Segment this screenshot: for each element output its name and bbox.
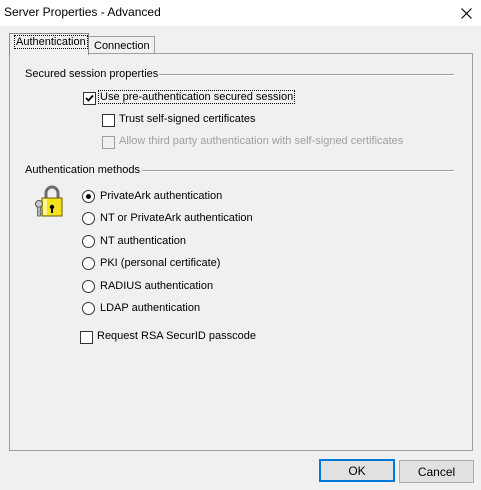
secured-session-group-label: Secured session properties (25, 68, 159, 80)
tab-authentication[interactable]: Authentication (9, 33, 89, 55)
radio-pki-label: PKI (personal certificate) (100, 257, 221, 269)
allow-third-party-label: Allow third party authentication with se… (119, 135, 404, 147)
radio-pki[interactable] (82, 257, 95, 270)
radio-selected-dot (86, 194, 91, 199)
trust-self-signed-label: Trust self-signed certificates (119, 113, 256, 125)
checkmark-icon (85, 94, 94, 102)
radio-nt-or-privateark-label: NT or PrivateArk authentication (100, 212, 253, 224)
close-button[interactable] (451, 0, 481, 26)
use-pre-auth-label: Use pre-authentication secured session (98, 90, 296, 104)
cancel-button[interactable]: Cancel (399, 460, 474, 483)
trust-self-signed-checkbox[interactable] (102, 114, 115, 127)
radio-ldap-label: LDAP authentication (100, 302, 201, 314)
rsa-securid-label: Request RSA SecurID passcode (97, 330, 256, 342)
auth-methods-group-label: Authentication methods (25, 164, 140, 176)
radio-nt-or-privateark[interactable] (82, 212, 95, 225)
allow-third-party-checkbox[interactable] (102, 136, 115, 149)
title-bar: Server Properties - Advanced (0, 0, 481, 26)
radio-radius-label: RADIUS authentication (100, 280, 214, 292)
window-title: Server Properties - Advanced (4, 5, 161, 19)
radio-nt-label: NT authentication (100, 235, 187, 247)
group-divider (159, 74, 454, 76)
ok-button[interactable]: OK (319, 459, 395, 482)
radio-privateark[interactable] (82, 190, 95, 203)
radio-radius[interactable] (82, 280, 95, 293)
radio-nt[interactable] (82, 235, 95, 248)
radio-privateark-label: PrivateArk authentication (100, 190, 223, 202)
close-icon (460, 7, 472, 19)
tab-connection-label: Connection (94, 40, 150, 52)
radio-ldap[interactable] (82, 302, 95, 315)
padlock-keys-icon (35, 185, 63, 217)
tab-authentication-label: Authentication (14, 35, 88, 49)
group-divider (142, 170, 454, 172)
rsa-securid-checkbox[interactable] (80, 331, 93, 344)
use-pre-auth-checkbox[interactable] (83, 92, 96, 105)
tab-connection[interactable]: Connection (88, 36, 155, 54)
